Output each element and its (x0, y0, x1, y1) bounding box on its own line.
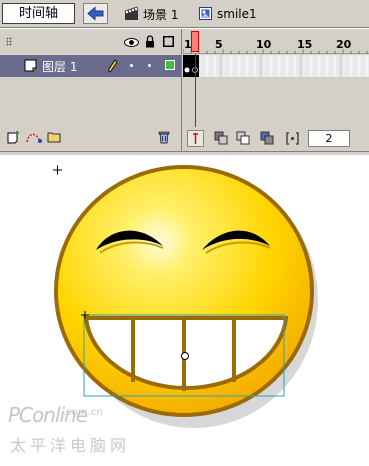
watermark-domain: .com.cn (63, 407, 103, 418)
smiley-artwork[interactable] (0, 0, 369, 466)
registration-crosshair (53, 165, 62, 175)
transform-center-point[interactable] (181, 352, 189, 360)
watermark-chinese: 太平洋电脑网 (10, 436, 131, 455)
